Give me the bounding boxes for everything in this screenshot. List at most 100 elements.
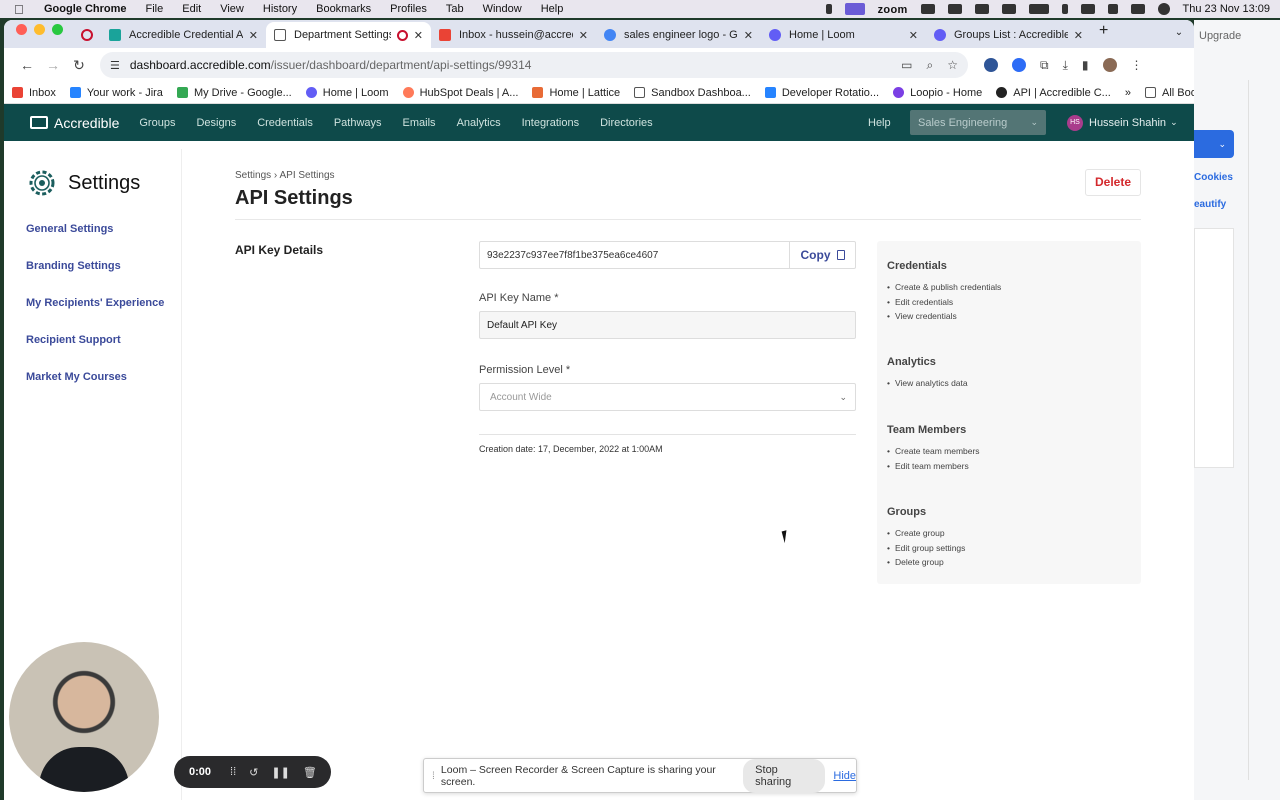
bookmark-item[interactable]: Sandbox Dashboa...	[634, 87, 751, 99]
menu-tab[interactable]: Tab	[446, 3, 464, 15]
menu-file[interactable]: File	[146, 3, 164, 15]
sidebar-item-market-my-courses[interactable]: Market My Courses	[26, 371, 127, 383]
restart-icon[interactable]: ↺	[249, 766, 258, 779]
extension-icon[interactable]	[984, 58, 998, 72]
all-bookmarks[interactable]: All Bookmarks	[1144, 87, 1194, 99]
menu-profiles[interactable]: Profiles	[390, 3, 427, 15]
tools-icon[interactable]	[947, 4, 962, 14]
profile-avatar-icon[interactable]	[1102, 58, 1117, 72]
tab-groups-list[interactable]: Groups List : Accredible ✕	[926, 22, 1091, 48]
menu-help[interactable]: Help	[541, 3, 564, 15]
apple-icon[interactable]: 	[14, 2, 30, 17]
wifi-icon[interactable]	[1080, 4, 1095, 14]
nav-pathways[interactable]: Pathways	[334, 117, 382, 129]
bookmark-star-icon[interactable]: ☆	[947, 58, 958, 73]
sync-icon[interactable]	[1001, 4, 1016, 14]
bookmark-item[interactable]: API | Accredible C...	[996, 87, 1111, 99]
zoom-icon[interactable]: zoom	[878, 4, 908, 16]
zoom-page-icon[interactable]: ⌕	[927, 58, 934, 73]
stop-sharing-button[interactable]: Stop sharing	[743, 758, 826, 793]
beautify-link[interactable]: eautify	[1194, 199, 1226, 210]
pause-icon[interactable]: ❚❚	[271, 766, 289, 779]
breadcrumb-settings[interactable]: Settings	[235, 170, 271, 181]
sidebar-item-recipient-support[interactable]: Recipient Support	[26, 334, 121, 346]
menu-view[interactable]: View	[220, 3, 244, 15]
nav-help[interactable]: Help	[868, 117, 891, 129]
bookmark-item[interactable]: Developer Rotatio...	[764, 87, 879, 99]
reload-icon[interactable]: ↻	[66, 57, 92, 74]
sidebar-item-recipients-experience[interactable]: My Recipients' Experience	[26, 297, 164, 309]
bookmark-item[interactable]: My Drive - Google...	[176, 87, 292, 99]
menubar-clock[interactable]: Thu 23 Nov 13:09	[1183, 3, 1270, 15]
site-info-icon[interactable]: ☰	[110, 59, 120, 72]
control-center-icon[interactable]	[1130, 4, 1145, 14]
menu-window[interactable]: Window	[483, 3, 522, 15]
grid-icon[interactable]: ⁞⁞	[230, 766, 236, 778]
bookmark-item[interactable]: Inbox	[12, 87, 56, 99]
user-menu[interactable]: HS Hussein Shahin ⌄	[1067, 114, 1178, 131]
chrome-menu-icon[interactable]: ⋮	[1131, 58, 1143, 72]
tab-accredible-credential-api[interactable]: Accredible Credential AP ✕	[101, 22, 266, 48]
department-select[interactable]: Sales Engineering ⌄	[910, 110, 1046, 135]
webcam-bubble[interactable]	[9, 642, 159, 792]
nav-integrations[interactable]: Integrations	[522, 117, 579, 129]
background-dropdown-button[interactable]: ⌄	[1194, 130, 1234, 158]
menu-history[interactable]: History	[263, 3, 297, 15]
camera-icon[interactable]: ▭	[901, 58, 912, 73]
close-tab-icon[interactable]: ✕	[414, 29, 423, 42]
bookmark-item[interactable]: HubSpot Deals | A...	[402, 87, 518, 99]
forward-arrow-icon[interactable]: →	[40, 57, 66, 73]
tab-inbox-gmail[interactable]: Inbox - hussein@accredib ✕	[431, 22, 596, 48]
nav-analytics[interactable]: Analytics	[457, 117, 501, 129]
hand-icon[interactable]	[974, 4, 989, 14]
more-bookmarks-chevron-icon[interactable]: »	[1125, 87, 1131, 99]
trash-icon[interactable]: 🗑	[303, 766, 317, 779]
zoom-window-icon[interactable]	[52, 23, 63, 35]
menu-app-name[interactable]: Google Chrome	[44, 3, 127, 15]
menu-edit[interactable]: Edit	[182, 3, 201, 15]
screen-record-icon[interactable]	[844, 3, 865, 15]
microphone-icon[interactable]	[825, 4, 832, 14]
back-arrow-icon[interactable]: ←	[14, 57, 40, 73]
minimize-window-icon[interactable]	[34, 23, 45, 35]
address-bar[interactable]: ☰ dashboard.accredible.com/issuer/dashbo…	[100, 52, 968, 78]
download-icon[interactable]: ⤓	[1063, 58, 1068, 73]
tab-home-loom[interactable]: Home | Loom ✕	[761, 22, 926, 48]
nav-credentials[interactable]: Credentials	[257, 117, 313, 129]
puzzle-icon[interactable]: ⧉	[1040, 58, 1049, 73]
permission-level-select[interactable]: Account Wide ⌄	[479, 383, 856, 411]
tab-search-chevron-icon[interactable]: ⌄	[1170, 24, 1188, 42]
sidebar-item-branding-settings[interactable]: Branding Settings	[26, 260, 121, 272]
close-window-icon[interactable]	[16, 23, 27, 35]
grid-icon[interactable]	[920, 4, 935, 14]
accredible-logo[interactable]: Accredible	[30, 115, 119, 131]
close-tab-icon[interactable]: ✕	[744, 29, 753, 42]
bookmark-item[interactable]: Home | Lattice	[532, 87, 620, 99]
nav-directories[interactable]: Directories	[600, 117, 653, 129]
side-panel-icon[interactable]: ▮	[1082, 58, 1089, 72]
menu-bookmarks[interactable]: Bookmarks	[316, 3, 371, 15]
close-tab-icon[interactable]: ✕	[579, 29, 588, 42]
battery-icon[interactable]	[1028, 4, 1049, 14]
tab-department-settings[interactable]: Department Settings ✕	[266, 22, 431, 48]
tab-google-search[interactable]: sales engineer logo - Goo ✕	[596, 22, 761, 48]
tab-pinned-recording[interactable]	[73, 22, 101, 48]
nav-designs[interactable]: Designs	[196, 117, 236, 129]
bluetooth-icon[interactable]	[1061, 4, 1068, 14]
bookmark-item[interactable]: Loopio - Home	[893, 87, 982, 99]
close-tab-icon[interactable]: ✕	[909, 29, 918, 42]
new-tab-plus-icon[interactable]: +	[1091, 22, 1116, 46]
key-name-input[interactable]: Default API Key	[479, 311, 856, 339]
spotlight-search-icon[interactable]	[1107, 4, 1118, 14]
upgrade-link[interactable]: Upgrade	[1199, 30, 1241, 42]
close-tab-icon[interactable]: ✕	[249, 29, 258, 42]
nav-groups[interactable]: Groups	[139, 117, 175, 129]
close-tab-icon[interactable]: ✕	[1074, 29, 1083, 42]
siri-icon[interactable]	[1157, 3, 1170, 15]
sidebar-item-general-settings[interactable]: General Settings	[26, 223, 113, 235]
drag-handle-icon[interactable]: ⁞	[432, 770, 435, 782]
bookmark-item[interactable]: Your work - Jira	[69, 87, 163, 99]
hide-link[interactable]: Hide	[833, 770, 856, 782]
cookies-link[interactable]: Cookies	[1194, 172, 1233, 183]
delete-button[interactable]: Delete	[1085, 169, 1141, 196]
